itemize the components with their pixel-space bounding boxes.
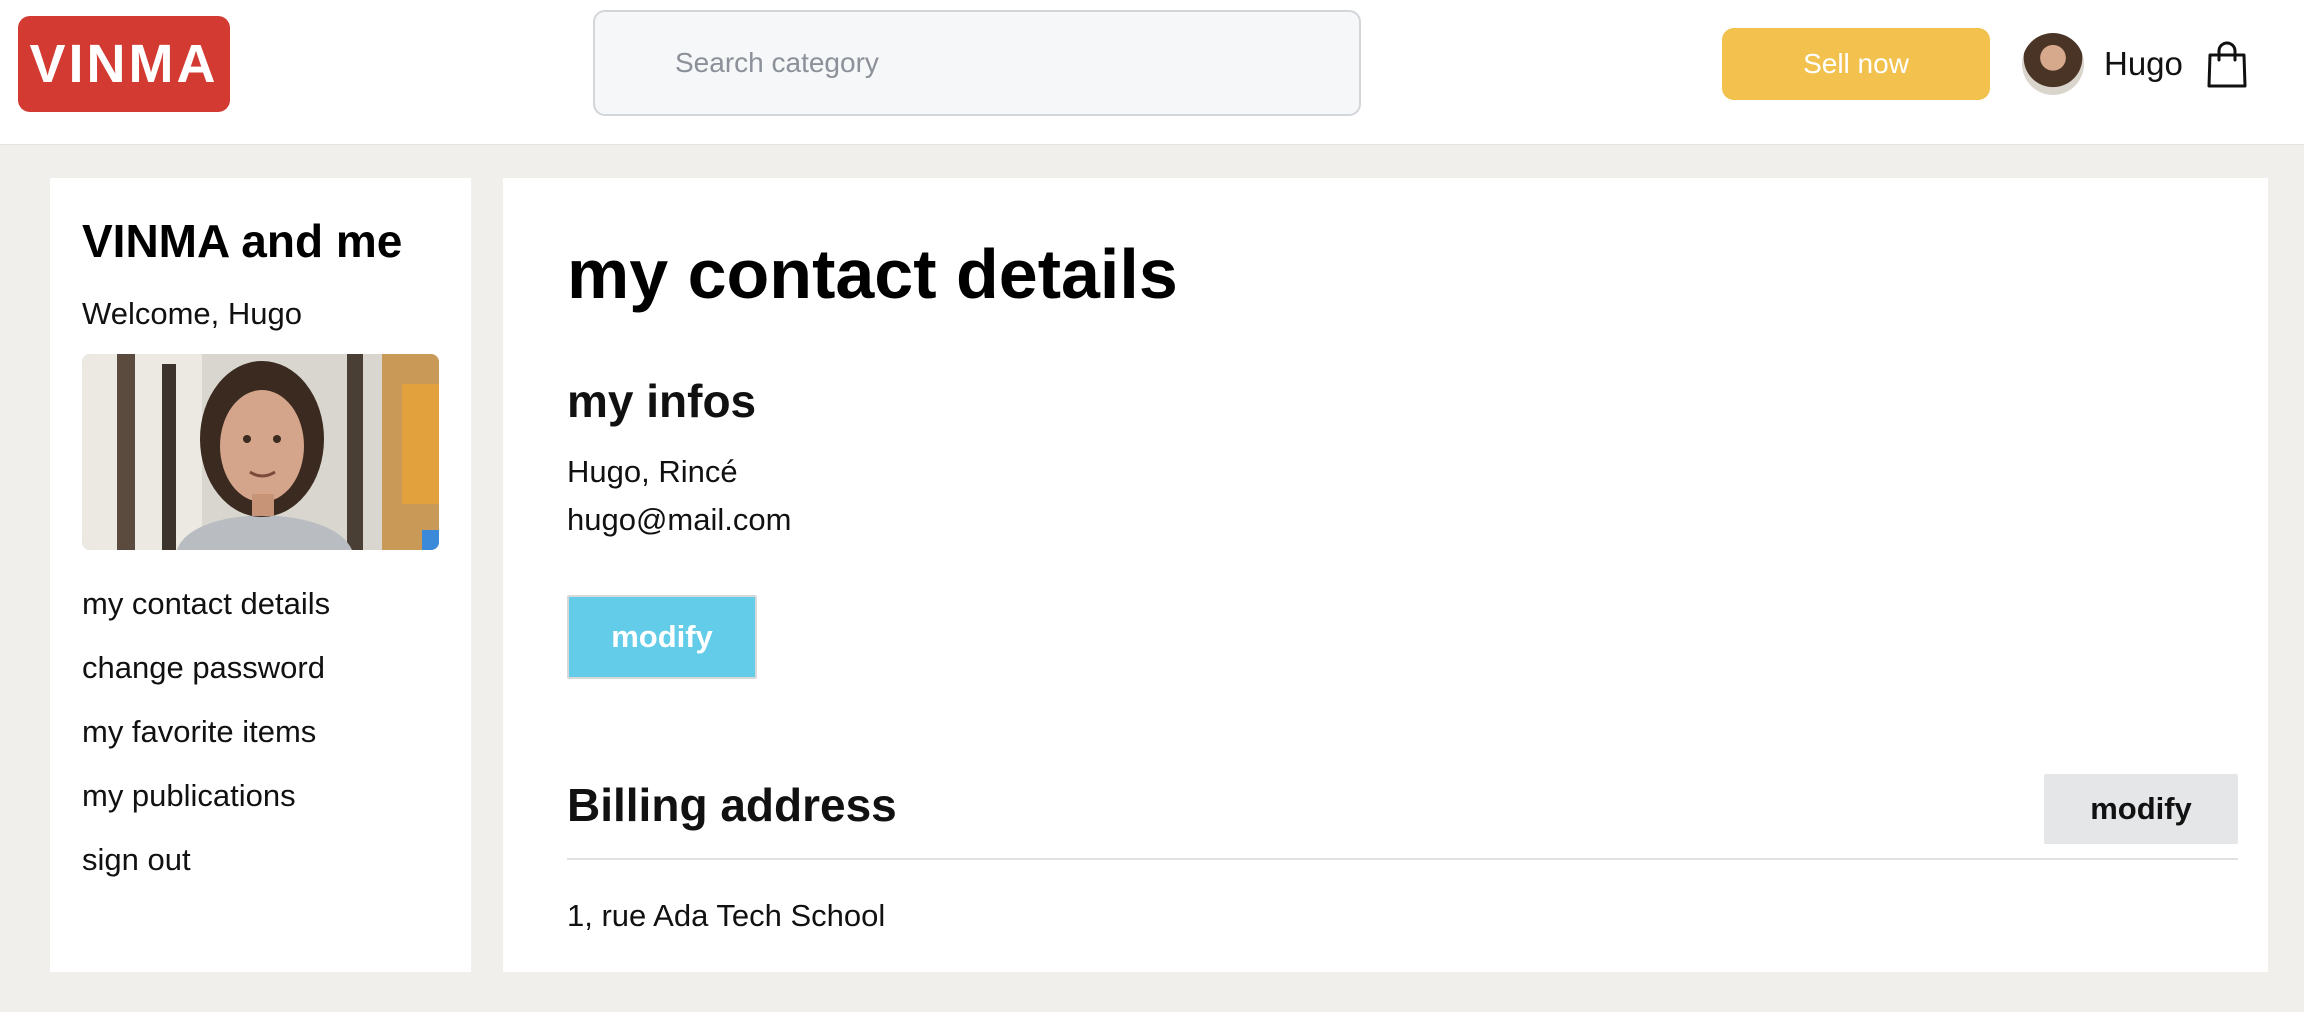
modify-infos-button[interactable]: modify bbox=[567, 595, 757, 679]
infos-heading: my infos bbox=[567, 375, 757, 427]
user-name[interactable]: Hugo bbox=[2104, 45, 2183, 83]
sidebar-item-favorite-items[interactable]: my favorite items bbox=[82, 700, 330, 764]
search-box[interactable] bbox=[593, 10, 1361, 116]
user-menu[interactable]: Hugo bbox=[2022, 32, 2183, 96]
sidebar-item-change-password[interactable]: change password bbox=[82, 636, 330, 700]
billing-address-heading: Billing address bbox=[567, 779, 897, 831]
welcome-text: Welcome, Hugo bbox=[82, 296, 302, 331]
sidebar-title: VINMA and me bbox=[82, 215, 403, 267]
sidebar-item-contact-details[interactable]: my contact details bbox=[82, 572, 330, 636]
search-input[interactable] bbox=[595, 12, 1359, 114]
user-full-name: Hugo, Rincé bbox=[567, 454, 738, 489]
top-header: VINMA Sell now Hugo bbox=[0, 0, 2304, 145]
section-divider bbox=[567, 858, 2238, 860]
sidebar-menu: my contact details change password my fa… bbox=[82, 572, 330, 892]
sidebar-item-sign-out[interactable]: sign out bbox=[82, 828, 330, 892]
vinma-logo[interactable]: VINMA bbox=[18, 16, 230, 112]
page-title: my contact details bbox=[567, 235, 1178, 313]
contact-details-panel: my contact details my infos Hugo, Rincé … bbox=[503, 178, 2268, 972]
modify-billing-button[interactable]: modify bbox=[2044, 774, 2238, 844]
billing-address-line: 1, rue Ada Tech School bbox=[567, 898, 886, 933]
sell-now-button[interactable]: Sell now bbox=[1722, 28, 1990, 100]
sidebar-item-publications[interactable]: my publications bbox=[82, 764, 330, 828]
account-sidebar: VINMA and me Welcome, Hugo my contact de… bbox=[50, 178, 471, 972]
user-email: hugo@mail.com bbox=[567, 502, 792, 537]
shopping-bag-icon[interactable] bbox=[2206, 40, 2248, 88]
user-avatar[interactable] bbox=[2022, 33, 2084, 95]
profile-photo bbox=[82, 354, 439, 550]
